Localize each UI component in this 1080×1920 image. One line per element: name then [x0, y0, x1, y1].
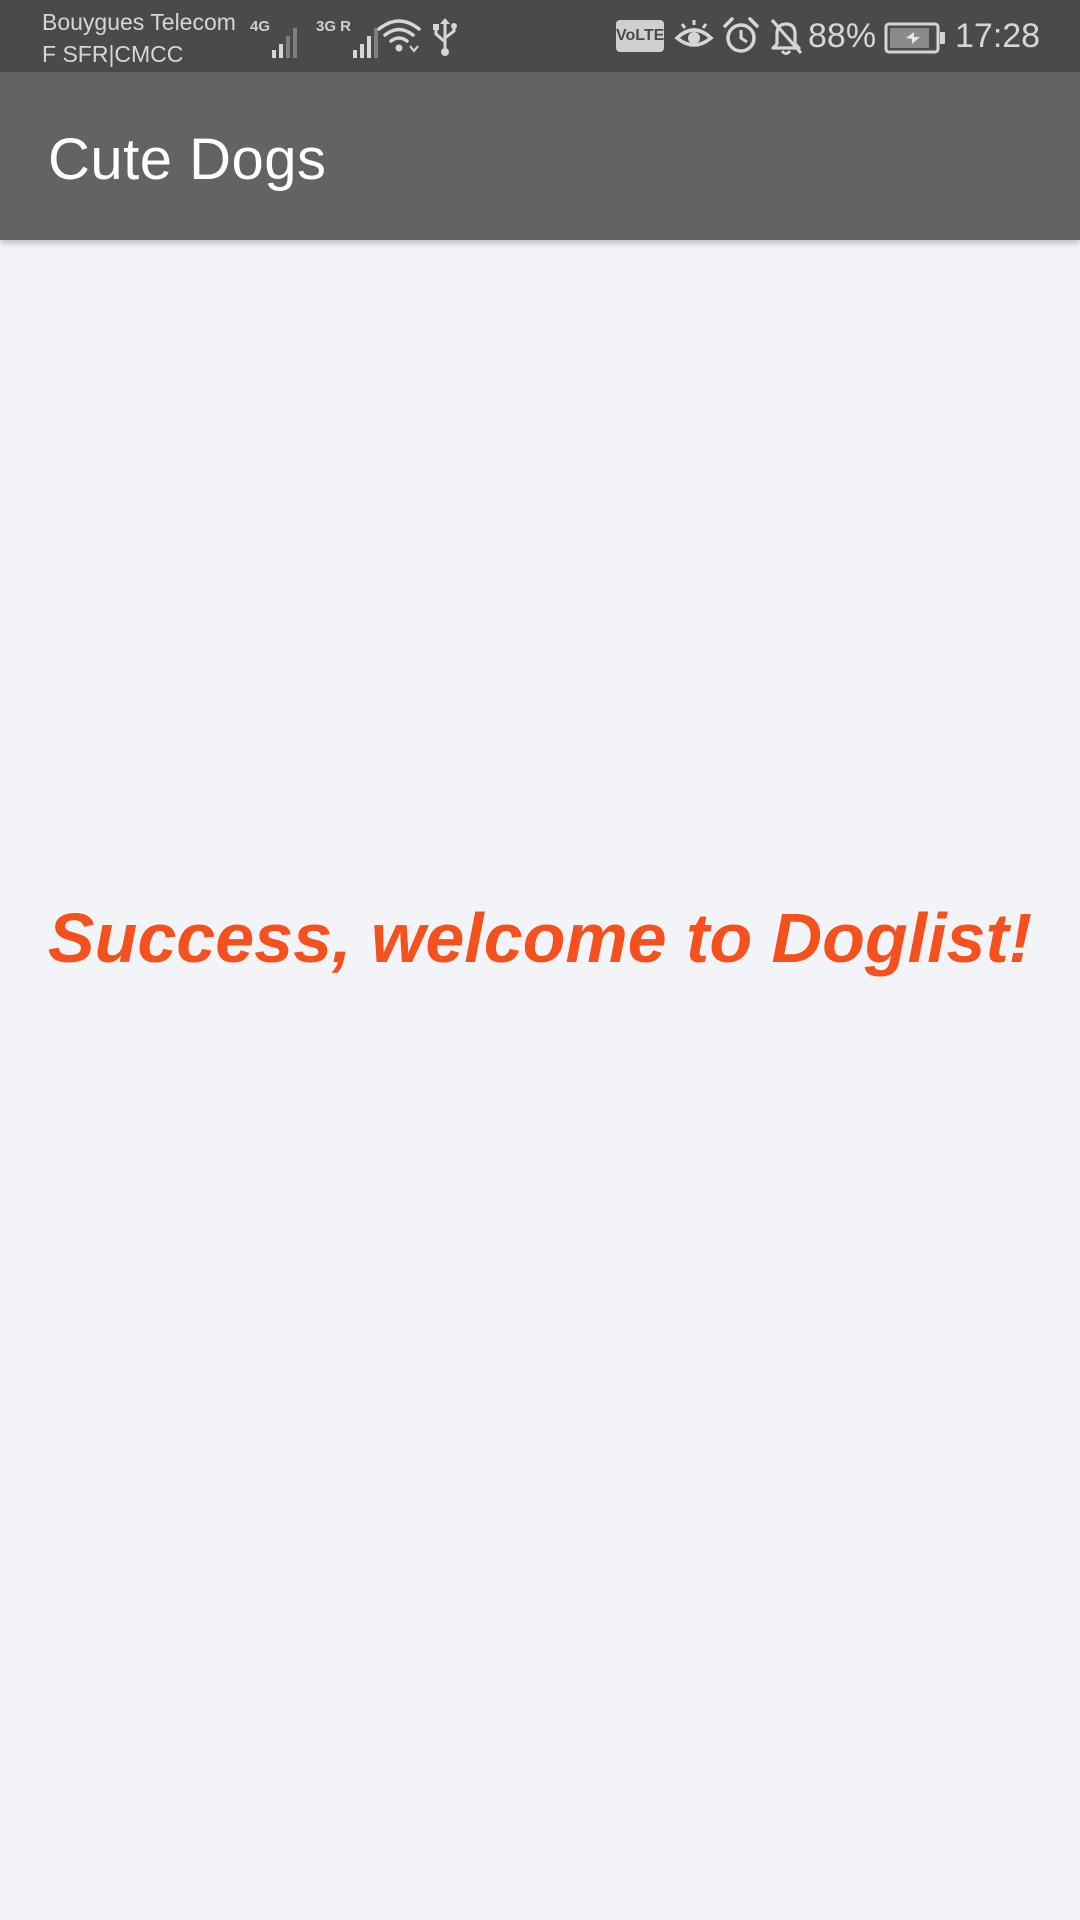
signal-4g-icon: 4G	[250, 14, 298, 58]
welcome-message: Success, welcome to Doglist!	[47, 899, 1033, 977]
app-bar: Cute Dogs	[0, 72, 1080, 240]
battery-charging-icon	[884, 22, 945, 54]
carrier-info: Bouygues Telecom F SFR|CMCC	[42, 6, 236, 70]
carrier-line-1: Bouygues Telecom	[42, 9, 236, 35]
notifications-off-icon	[770, 18, 803, 55]
alarm-icon	[723, 17, 759, 53]
carrier-line-2: F SFR|CMCC	[42, 41, 184, 67]
main-content: Success, welcome to Doglist!	[0, 240, 1080, 1920]
status-bar: Bouygues Telecom F SFR|CMCC 4G 3G R VoLT…	[0, 0, 1080, 72]
network-type-4g: 4G	[250, 18, 271, 35]
app-title: Cute Dogs	[48, 127, 327, 192]
wifi-icon	[377, 19, 421, 53]
clock: 17:28	[955, 17, 1041, 55]
volte-icon: VoLTE	[616, 20, 664, 52]
signal-3g-roaming-icon: 3G R	[316, 14, 379, 58]
network-type-3g: 3G R	[316, 18, 352, 35]
usb-icon	[433, 18, 457, 56]
eye-comfort-icon	[674, 20, 714, 47]
battery-percent: 88%	[808, 17, 877, 55]
